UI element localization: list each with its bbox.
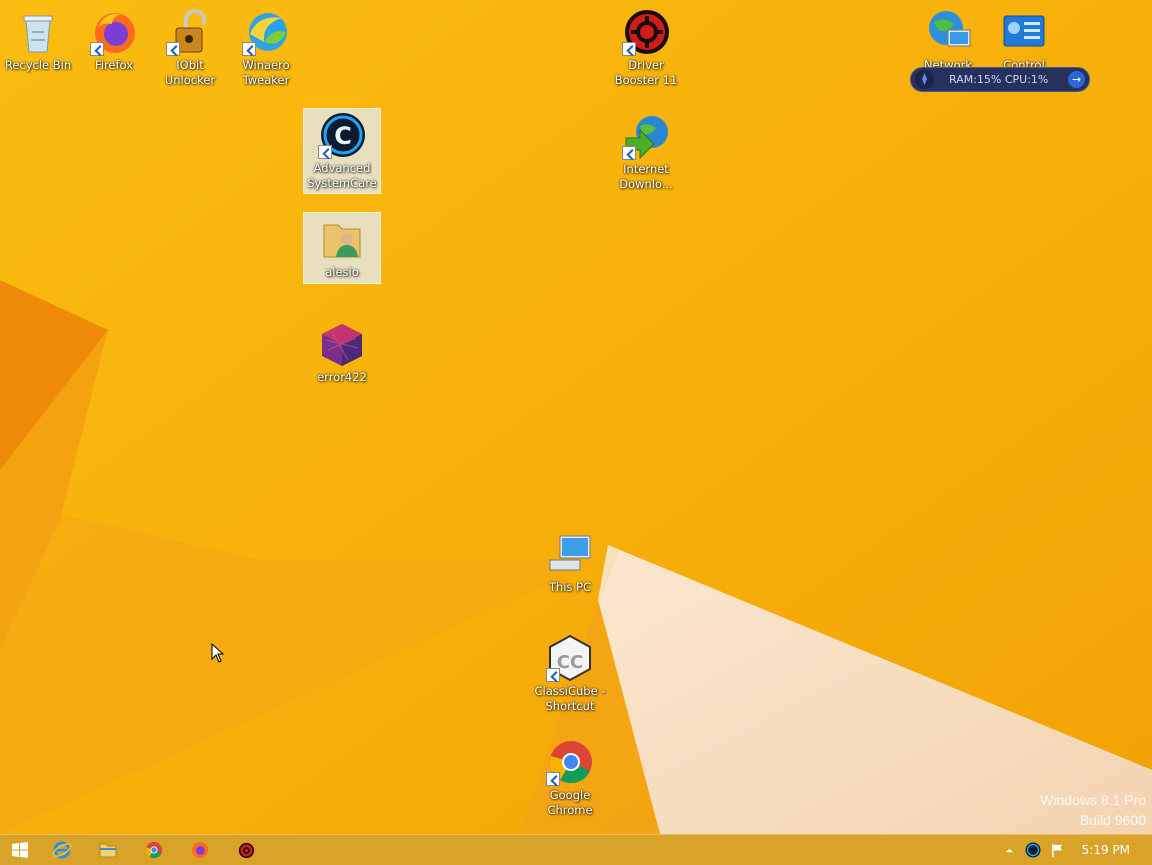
desktop-icon-firefox[interactable]: Firefox — [76, 6, 152, 73]
shortcut-arrow-icon — [622, 42, 636, 56]
windows-version-watermark: Windows 8.1 Pro Build 9600 — [1040, 790, 1146, 830]
icon-label: Google Chrome — [547, 788, 593, 817]
taskbar: 5:19 PM — [0, 834, 1152, 865]
flag-icon — [1051, 843, 1062, 857]
chevron-up-icon — [1005, 848, 1013, 852]
recycle-bin-icon — [23, 15, 53, 53]
desktop-icon-recycle-bin[interactable]: Recycle Bin — [0, 6, 76, 73]
start-button[interactable] — [0, 837, 40, 863]
ram-cpu-readout: RAM:15% CPU:1% — [949, 73, 1049, 86]
windows-logo-icon — [12, 842, 28, 858]
tray-systemcare[interactable] — [1022, 838, 1044, 862]
desktop-icon-driver-booster[interactable]: Driver Booster 11 — [608, 6, 684, 88]
folder-icon — [99, 843, 117, 858]
control-panel-icon — [1003, 15, 1045, 47]
shortcut-arrow-icon — [546, 772, 560, 786]
desktop-icon-error422[interactable]: error422 — [304, 318, 380, 385]
icon-label: ClassiCube - Shortcut — [534, 684, 606, 713]
icon-label: IObit Unlocker — [164, 58, 216, 87]
network-icon — [929, 11, 971, 47]
icon-label: Winaero Tweaker — [242, 58, 290, 87]
computer-icon — [549, 535, 591, 571]
svg-text:CC: CC — [557, 652, 583, 673]
taskbar-clock[interactable]: 5:19 PM — [1082, 835, 1130, 865]
firefox-icon — [191, 841, 209, 859]
rocket-icon[interactable] — [915, 70, 934, 89]
taskbar-driver-booster[interactable] — [226, 837, 266, 863]
shortcut-arrow-icon — [166, 42, 180, 56]
icon-label: Recycle Bin — [4, 58, 72, 72]
icon-label: Advanced SystemCare — [307, 161, 377, 190]
desktop-icon-network[interactable]: Network — [910, 6, 986, 73]
driver-booster-icon — [238, 842, 254, 858]
shortcut-arrow-icon — [622, 146, 636, 160]
icon-label: Firefox — [94, 58, 134, 72]
systemcare-icon — [1025, 842, 1041, 858]
desktop-icon-internet-download[interactable]: Internet Downlo... — [608, 110, 684, 192]
taskbar-internet-explorer[interactable] — [42, 837, 82, 863]
desktop-icon-winaero-tweaker[interactable]: Winaero Tweaker — [228, 6, 304, 88]
watermark-edition: Windows 8.1 Pro — [1040, 792, 1146, 808]
icon-label: This PC — [548, 580, 592, 594]
desktop-icon-google-chrome[interactable]: Google Chrome — [532, 736, 608, 818]
taskbar-file-explorer[interactable] — [88, 837, 128, 863]
arrow-right-icon[interactable]: → — [1068, 71, 1085, 88]
icon-label: Internet Downlo... — [619, 162, 673, 191]
desktop-icon-advanced-systemcare[interactable]: C Advanced SystemCare — [303, 108, 381, 194]
show-hidden-icons-button[interactable] — [1000, 838, 1018, 862]
watermark-build: Build 9600 — [1079, 812, 1146, 828]
svg-text:C: C — [334, 122, 352, 150]
taskbar-firefox[interactable] — [180, 837, 220, 863]
desktop-icon-alesio[interactable]: alesio — [303, 212, 381, 284]
internet-explorer-icon — [52, 841, 72, 859]
chrome-icon — [145, 841, 163, 859]
desktop-icon-this-pc[interactable]: This PC — [532, 528, 608, 595]
user-folder-icon — [323, 224, 361, 258]
noise-cube-icon — [322, 324, 362, 366]
mouse-cursor-icon — [211, 643, 225, 663]
taskbar-google-chrome[interactable] — [134, 837, 174, 863]
icon-label: error422 — [317, 370, 367, 384]
shortcut-arrow-icon — [90, 42, 104, 56]
shortcut-arrow-icon — [318, 145, 332, 159]
desktop-icon-classicube[interactable]: CC ClassiCube - Shortcut — [532, 632, 608, 714]
shortcut-arrow-icon — [242, 42, 256, 56]
desktop-icon-iobit-unlocker[interactable]: IObit Unlocker — [152, 6, 228, 88]
icon-label: alesio — [325, 265, 359, 279]
system-monitor-gadget[interactable]: RAM:15% CPU:1% → — [910, 67, 1090, 92]
icon-label: Driver Booster 11 — [614, 58, 678, 87]
tray-action-center[interactable] — [1046, 838, 1068, 862]
shortcut-arrow-icon — [546, 668, 560, 682]
